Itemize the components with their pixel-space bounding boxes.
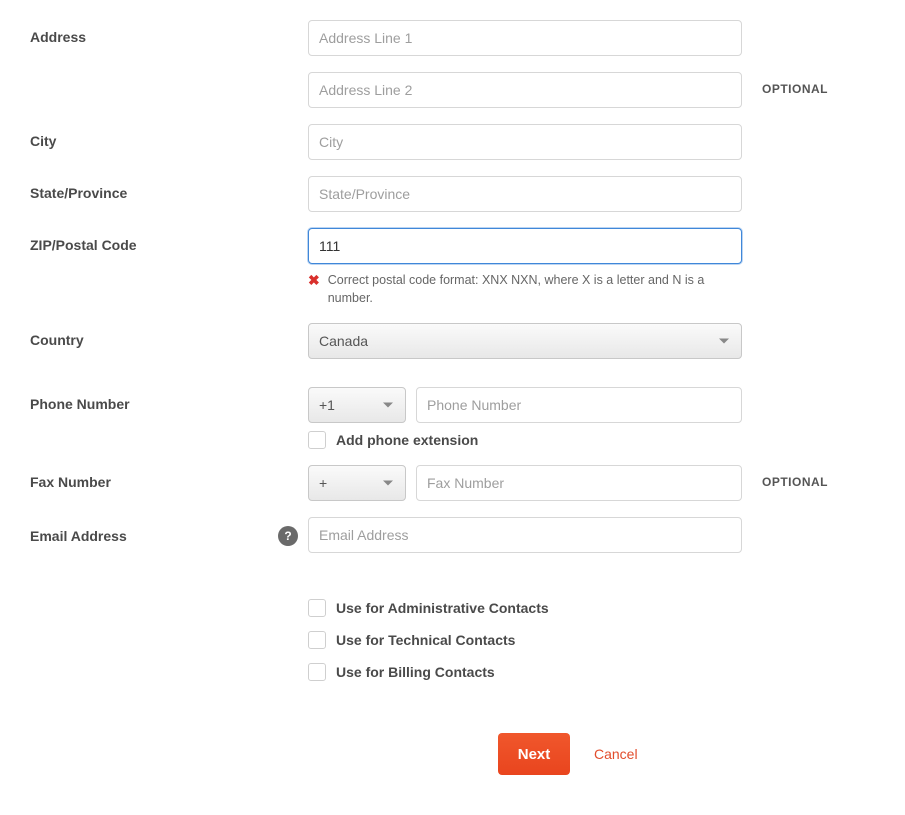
cancel-button[interactable]: Cancel <box>594 746 638 762</box>
email-label: Email Address ? <box>30 517 308 546</box>
state-label: State/Province <box>30 176 308 201</box>
technical-contacts-label: Use for Technical Contacts <box>336 632 515 648</box>
optional-badge: OPTIONAL <box>742 72 852 96</box>
help-icon[interactable]: ? <box>278 526 298 546</box>
country-value: Canada <box>319 333 368 349</box>
city-label: City <box>30 124 308 149</box>
phone-extension-label: Add phone extension <box>336 432 478 448</box>
chevron-down-icon <box>383 403 393 408</box>
phone-number-input[interactable] <box>416 387 742 423</box>
phone-label: Phone Number <box>30 387 308 412</box>
address-label: Address <box>30 20 308 45</box>
fax-country-code-select[interactable]: + <box>308 465 406 501</box>
error-x-icon: ✖ <box>308 272 320 289</box>
admin-contacts-checkbox[interactable] <box>308 599 326 617</box>
chevron-down-icon <box>719 339 729 344</box>
zip-input[interactable] <box>308 228 742 264</box>
email-input[interactable] <box>308 517 742 553</box>
zip-error-text: Correct postal code format: XNX NXN, whe… <box>328 272 742 307</box>
address-line2-input[interactable] <box>308 72 742 108</box>
chevron-down-icon <box>383 481 393 486</box>
billing-contacts-label: Use for Billing Contacts <box>336 664 495 680</box>
state-input[interactable] <box>308 176 742 212</box>
optional-badge: OPTIONAL <box>742 465 852 489</box>
address-line1-input[interactable] <box>308 20 742 56</box>
phone-country-code-select[interactable]: +1 <box>308 387 406 423</box>
next-button[interactable]: Next <box>498 733 570 775</box>
billing-contacts-checkbox[interactable] <box>308 663 326 681</box>
zip-label: ZIP/Postal Code <box>30 228 308 253</box>
country-select[interactable]: Canada <box>308 323 742 359</box>
fax-code-value: + <box>319 475 327 491</box>
admin-contacts-label: Use for Administrative Contacts <box>336 600 549 616</box>
fax-number-input[interactable] <box>416 465 742 501</box>
technical-contacts-checkbox[interactable] <box>308 631 326 649</box>
phone-extension-checkbox[interactable] <box>308 431 326 449</box>
country-label: Country <box>30 323 308 348</box>
phone-code-value: +1 <box>319 397 335 413</box>
fax-label: Fax Number <box>30 465 308 490</box>
city-input[interactable] <box>308 124 742 160</box>
